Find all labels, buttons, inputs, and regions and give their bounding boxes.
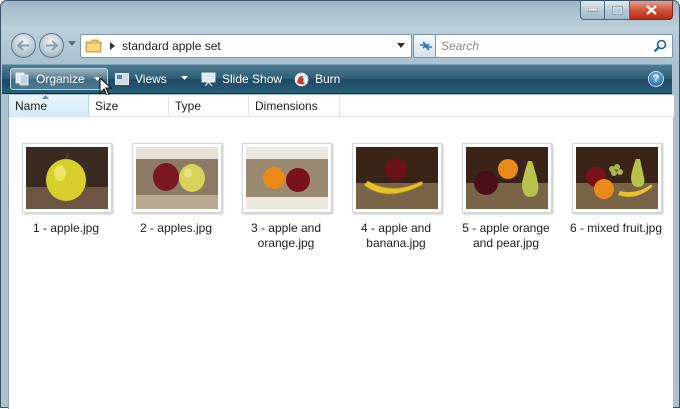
sort-ascending-icon [42,95,49,99]
maximize-button[interactable] [605,1,630,20]
column-header-dimensions[interactable]: Dimensions [249,95,340,117]
column-headers: Name Size Type Dimensions [9,95,674,117]
thumbnail[interactable] [462,143,552,213]
column-name-label: Name [15,99,48,113]
file-name-line: 1 - apple.jpg [32,221,100,235]
views-button[interactable]: Views [111,68,195,90]
back-arrow-icon [17,40,29,51]
maximize-icon [611,5,623,15]
slideshow-button[interactable]: Slide Show [197,68,286,90]
thumbnail[interactable] [352,143,442,213]
navigation-bar: standard apple set [11,33,673,59]
back-button[interactable] [11,33,36,58]
mouse-cursor-icon [99,77,113,97]
burn-label: Burn [315,72,341,86]
file-name-line: 4 - apple and [360,221,432,235]
organize-label: Organize [36,72,85,86]
column-type-label: Type [175,99,202,113]
address-bar[interactable]: standard apple set [80,34,412,58]
search-box [435,34,673,58]
file-name-line: orange.jpg [257,236,315,250]
file-name-line: and pear.jpg [472,236,540,250]
file-name-line: 3 - apple and [250,221,322,235]
help-icon: ? [652,73,660,85]
forward-button[interactable] [39,33,64,58]
address-path[interactable]: standard apple set [122,39,221,53]
thumbnail[interactable] [132,143,222,213]
column-size-label: Size [95,99,119,113]
views-icon [115,73,129,85]
magnifier-icon[interactable] [653,39,667,53]
chevron-down-icon [181,76,188,80]
recent-pages-dropdown-icon[interactable] [68,41,76,46]
apple-orange-photo-thumbnail [246,147,328,209]
refresh-icon [420,41,432,51]
search-input[interactable] [436,35,646,57]
file-name: 6 - mixed fruit.jpg [562,221,670,236]
organize-icon [15,72,29,86]
thumbnail[interactable] [242,143,332,213]
explorer-window: standard apple set Organize [0,0,680,409]
caption-buttons [580,1,673,20]
folder-icon [85,39,102,53]
breadcrumb-separator-icon[interactable] [110,42,115,50]
slideshow-label: Slide Show [222,72,283,86]
file-name-line: 5 - apple orange [462,221,550,235]
thumbnail[interactable] [572,143,662,213]
close-button[interactable] [630,1,673,20]
thumbnail[interactable] [22,143,112,213]
file-name-line: 6 - mixed fruit.jpg [569,221,663,235]
burn-disc-icon [294,72,309,86]
forward-arrow-icon [46,40,58,51]
mixed-fruit-photo-thumbnail [576,147,658,209]
nav-buttons [11,33,81,59]
file-name: 3 - apple and orange.jpg [232,221,340,251]
file-name: 1 - apple.jpg [12,221,120,236]
apples-photo-thumbnail [136,147,218,209]
close-icon [645,5,657,15]
minimize-icon [587,8,598,12]
file-name-line: 2 - apples.jpg [139,221,213,235]
column-dimensions-label: Dimensions [255,99,318,113]
file-name: 2 - apples.jpg [122,221,230,236]
column-header-size[interactable]: Size [89,95,169,117]
organize-button[interactable]: Organize [10,68,108,90]
views-label: Views [135,72,167,86]
file-name: 4 - apple and banana.jpg [342,221,450,251]
apple-orange-pear-photo-thumbnail [466,147,548,209]
address-dropdown-icon[interactable] [397,43,405,48]
minimize-button[interactable] [580,1,605,20]
apple-banana-photo-thumbnail [356,147,438,209]
column-header-type[interactable]: Type [169,95,249,117]
slideshow-icon [201,72,216,86]
file-list-pane: Name Size Type Dimensions 1 - apple.jpg … [8,95,674,409]
column-header-name[interactable]: Name [9,95,89,117]
apple-photo-thumbnail [26,147,108,209]
file-name-line: banana.jpg [366,236,426,250]
burn-button[interactable]: Burn [290,68,344,90]
help-button[interactable]: ? [648,71,664,87]
file-name: 5 - apple orange and pear.jpg [452,221,560,251]
